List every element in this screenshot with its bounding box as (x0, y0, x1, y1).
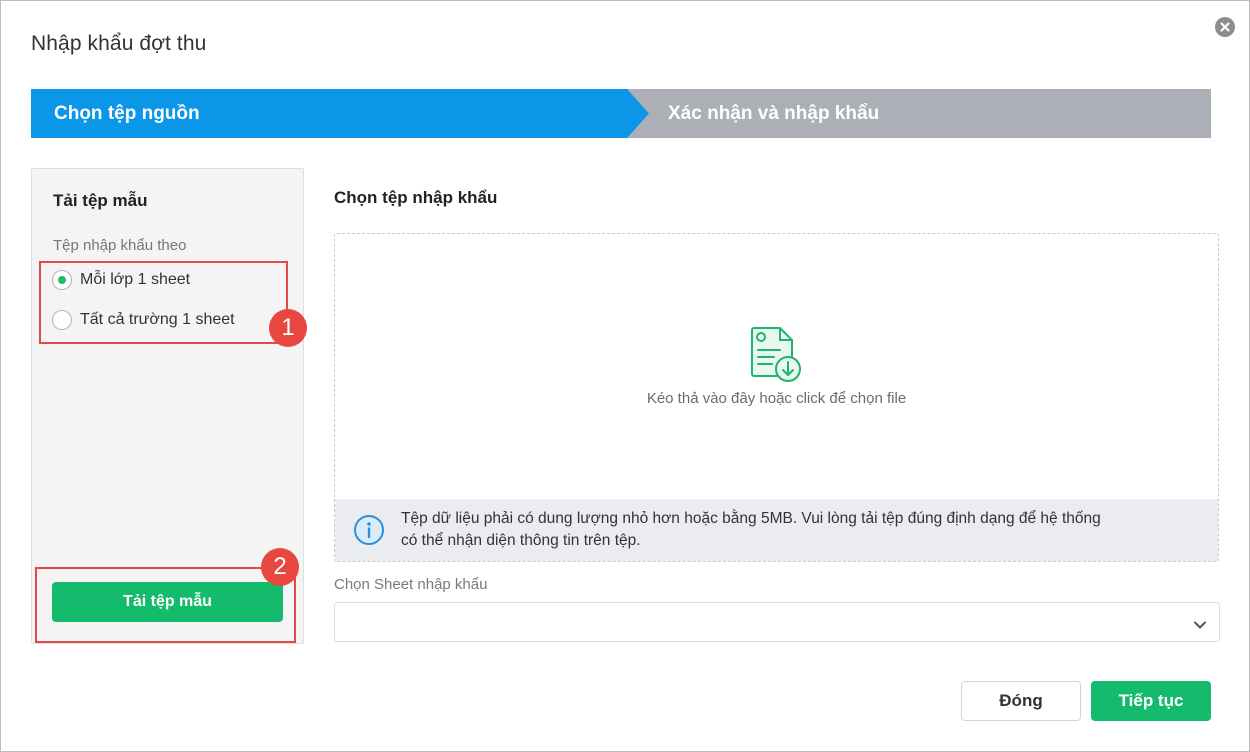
annotation-box-1 (39, 261, 288, 344)
info-strip: Tệp dữ liệu phải có dung lượng nhỏ hơn h… (335, 499, 1218, 561)
template-panel-title: Tải tệp mẫu (53, 191, 148, 210)
dropzone-text: Kéo thả vào đây hoặc click để chọn file (646, 390, 907, 407)
import-file-title: Chọn tệp nhập khẩu (334, 188, 498, 207)
annotation-box-2 (35, 567, 296, 643)
close-button[interactable]: Đóng (961, 681, 1081, 721)
annotation-badge-2: 2 (261, 548, 299, 586)
annotation-badge-1: 1 (269, 309, 307, 347)
continue-button[interactable]: Tiếp tục (1091, 681, 1211, 721)
step-choose-source: Chọn tệp nguồn (31, 89, 649, 138)
info-text-line: Tệp dữ liệu phải có dung lượng nhỏ hơn h… (401, 510, 1101, 527)
import-dialog: Nhập khẩu đợt thu Chọn tệp nguồn Xác nhậ… (0, 0, 1250, 752)
close-icon[interactable] (1215, 17, 1235, 37)
chevron-down-icon (1193, 617, 1207, 635)
file-dropzone[interactable]: Kéo thả vào đây hoặc click để chọn file … (334, 233, 1219, 562)
info-text-line: có thể nhận diện thông tin trên tệp. (401, 532, 641, 549)
info-text: Tệp dữ liệu phải có dung lượng nhỏ hơn h… (401, 508, 1201, 552)
file-download-icon (750, 326, 806, 389)
dialog-title: Nhập khẩu đợt thu (31, 32, 207, 55)
step-confirm-import: Xác nhận và nhập khẩu (623, 89, 1211, 138)
step-label: Xác nhận và nhập khẩu (668, 102, 880, 124)
step-label: Chọn tệp nguồn (54, 102, 200, 124)
template-panel-subtitle: Tệp nhập khẩu theo (53, 237, 187, 254)
sheet-select-label: Chọn Sheet nhập khẩu (334, 576, 488, 593)
info-icon (353, 514, 385, 551)
sheet-select[interactable] (334, 602, 1220, 642)
